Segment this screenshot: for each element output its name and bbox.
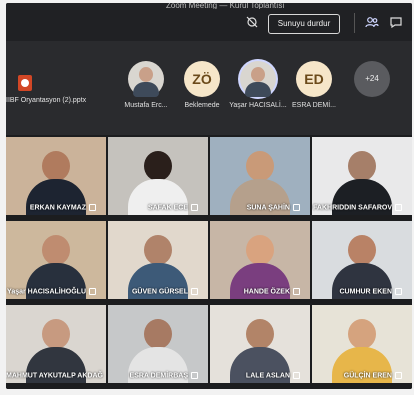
attendee-status: Beklemede xyxy=(184,102,220,109)
hide-video-icon[interactable] xyxy=(244,14,260,30)
shared-file[interactable]: IIBF Oryantasyon (2).pptx xyxy=(6,69,86,109)
mic-icon xyxy=(395,371,402,379)
mic-icon xyxy=(293,371,300,379)
powerpoint-icon xyxy=(18,75,32,91)
participant-name: GÜVEN GÜRSEL xyxy=(131,288,188,295)
participant-name: LALE ASLAN xyxy=(245,372,290,379)
video-tile[interactable]: CUMHUR EKEN xyxy=(312,221,412,299)
participant-name: HANDE ÖZEK xyxy=(243,288,290,295)
attendee-name: Yaşar HACISALİ... xyxy=(229,102,287,109)
avatar-initials: ZÖ xyxy=(184,61,220,97)
mic-icon xyxy=(293,203,300,211)
avatar-initials: ED xyxy=(296,61,332,97)
stop-presenting-button[interactable]: Sunuyu durdur xyxy=(268,14,340,34)
attendee-yasar[interactable]: Yaşar HACISALİ... xyxy=(226,61,290,121)
meeting-toolbar: Zoom Meeting — Kurul Toplantısı Sunuyu d… xyxy=(6,3,412,41)
participant-name: MAHMUT AYKUTALP AKDAĞ xyxy=(6,372,103,379)
presenter-strip: IIBF Oryantasyon (2).pptx Mustafa Erc...… xyxy=(6,41,412,135)
video-tile[interactable]: GÜLÇİN EREN xyxy=(312,305,412,383)
participants-icon[interactable] xyxy=(364,14,380,30)
participant-name: SUNA ŞAHİN xyxy=(246,204,290,211)
meeting-title: Zoom Meeting — Kurul Toplantısı xyxy=(166,3,285,9)
video-tile[interactable]: ESRA DEMİRBAŞ xyxy=(108,305,208,383)
mic-icon xyxy=(89,287,96,295)
toolbar-divider xyxy=(354,13,355,33)
mic-icon xyxy=(191,371,198,379)
participant-name: CUMHUR EKEN xyxy=(339,288,393,295)
avatar xyxy=(240,61,276,97)
attendee-name: ESRA DEMİ... xyxy=(292,102,336,109)
mic-icon xyxy=(191,287,198,295)
video-tile[interactable]: SAFAK ECE xyxy=(108,137,208,215)
participant-name: Yaşar HACISALİHOĞLU xyxy=(7,288,86,295)
attendee-ed[interactable]: ED ESRA DEMİ... xyxy=(282,61,346,121)
video-tile[interactable]: LALE ASLAN xyxy=(210,305,310,383)
more-count: +24 xyxy=(354,61,390,97)
video-tile[interactable]: ERKAN KAYMAZ xyxy=(6,137,106,215)
participant-name: GÜLÇİN EREN xyxy=(343,372,392,379)
participant-name: ERKAN KAYMAZ xyxy=(29,204,86,211)
shared-file-name: IIBF Oryantasyon (2).pptx xyxy=(6,97,87,104)
chat-icon[interactable] xyxy=(388,14,404,30)
participant-name: SAFAK ECE xyxy=(147,204,188,211)
attendee-name: Mustafa Erc... xyxy=(124,102,168,109)
video-tile[interactable]: FAKHRIDDIN SAFAROV xyxy=(312,137,412,215)
mic-icon xyxy=(293,287,300,295)
video-tile[interactable]: SUNA ŞAHİN xyxy=(210,137,310,215)
attendee-zo[interactable]: ZÖ Beklemede xyxy=(170,61,234,121)
more-attendees[interactable]: +24 xyxy=(340,61,404,121)
video-tile[interactable]: GÜVEN GÜRSEL xyxy=(108,221,208,299)
mic-icon xyxy=(89,203,96,211)
participant-name: FAKHRIDDIN SAFAROV xyxy=(313,204,392,211)
video-gallery: ERKAN KAYMAZ SAFAK ECE SUNA ŞAHİN FAKHRI… xyxy=(6,135,412,389)
video-tile[interactable]: MAHMUT AYKUTALP AKDAĞ xyxy=(6,305,106,383)
meeting-window: Zoom Meeting — Kurul Toplantısı Sunuyu d… xyxy=(6,3,412,389)
mic-icon xyxy=(395,203,402,211)
attendee-mustafa[interactable]: Mustafa Erc... xyxy=(114,61,178,121)
mic-icon xyxy=(395,287,402,295)
participant-name: ESRA DEMİRBAŞ xyxy=(129,372,188,379)
mic-icon xyxy=(191,203,198,211)
avatar xyxy=(128,61,164,97)
video-tile[interactable]: HANDE ÖZEK xyxy=(210,221,310,299)
video-tile[interactable]: Yaşar HACISALİHOĞLU xyxy=(6,221,106,299)
